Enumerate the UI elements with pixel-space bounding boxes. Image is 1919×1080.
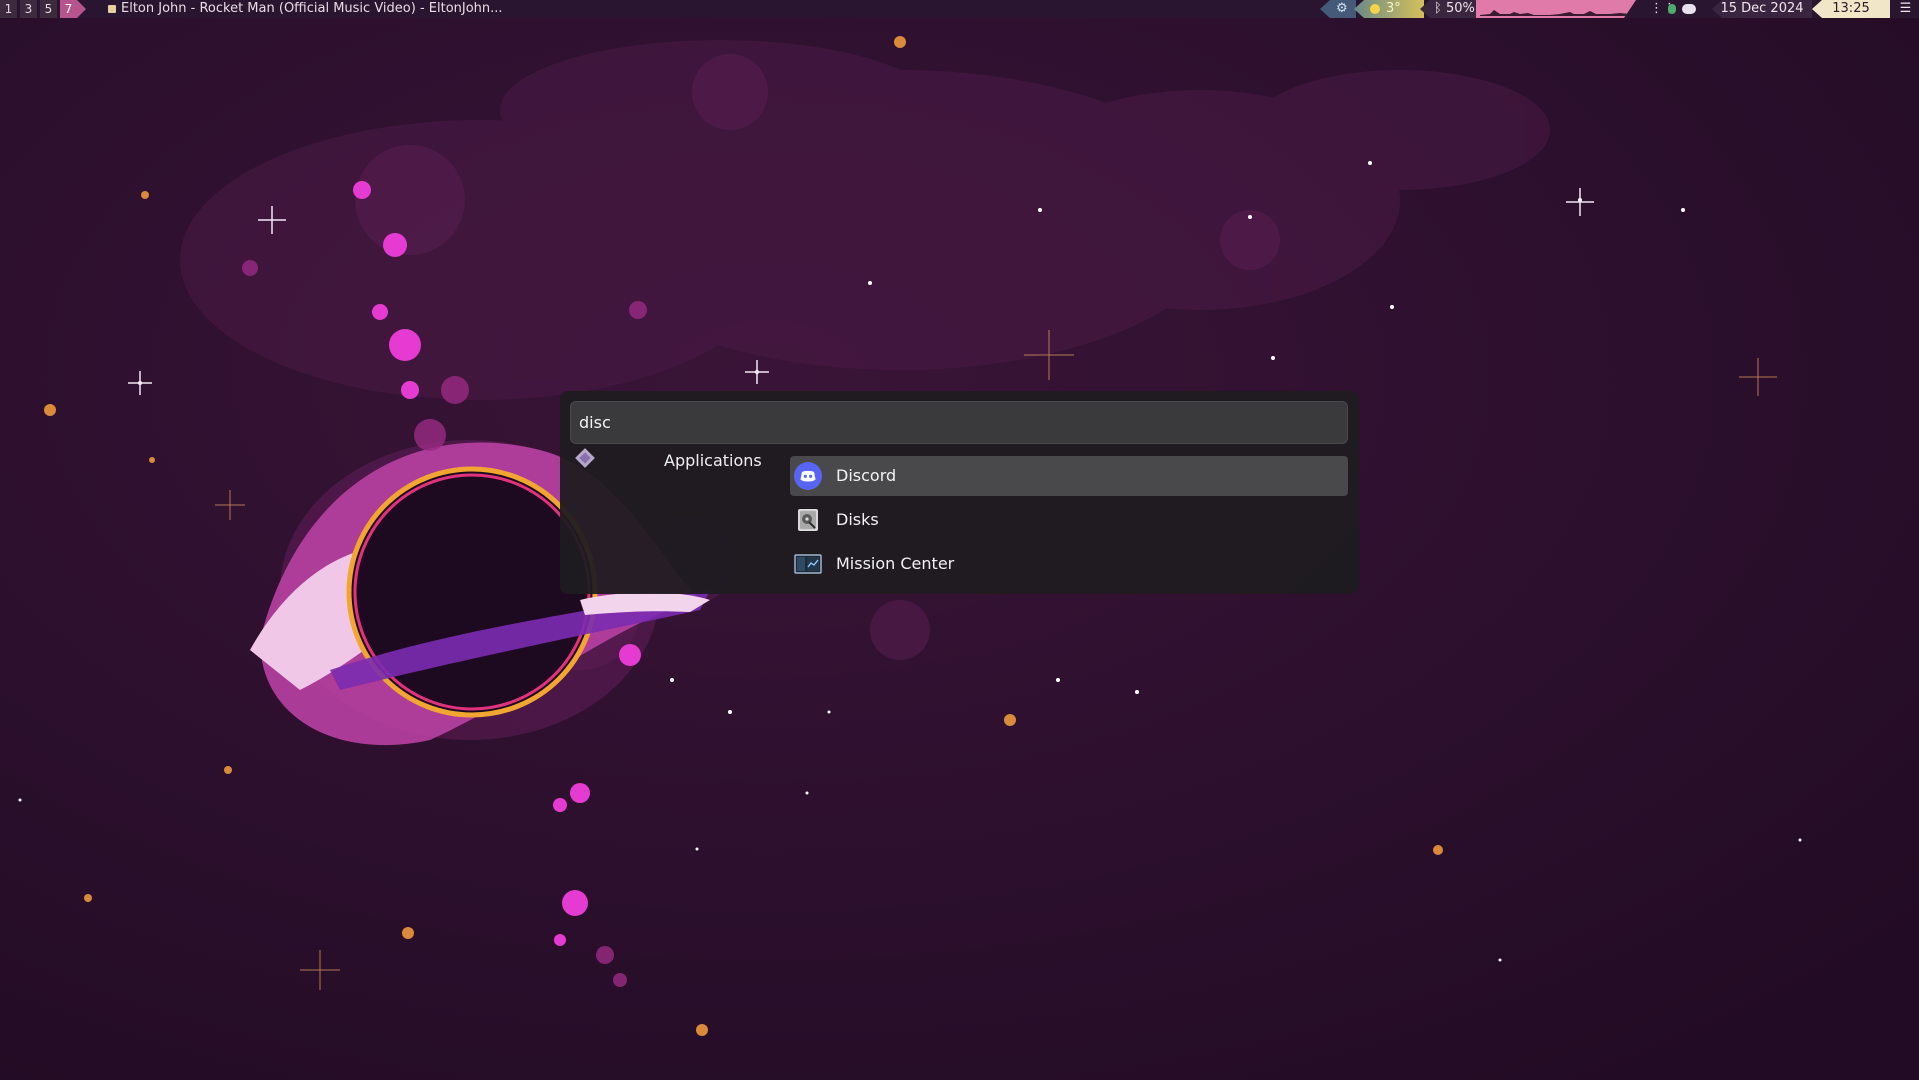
workspace-separator [77,0,86,18]
bluetooth-battery: 50% [1445,1,1475,16]
result-mission-center[interactable]: Mission Center [790,544,1348,584]
result-discord[interactable]: Discord [790,456,1348,496]
network-icon: ⚙ [1336,1,1348,16]
search-input[interactable] [579,402,1279,443]
result-label: Mission Center [836,554,955,573]
workspace-7-button[interactable]: 7 [60,0,77,18]
menu-icon[interactable]: ☰ [1892,0,1919,18]
date-widget[interactable]: 15 Dec 2024 [1712,0,1812,18]
sun-icon [1370,4,1380,14]
result-label: Disks [836,510,879,529]
applications-category-icon [575,448,595,468]
top-panel: 1 3 5 7 Elton John - Rocket Man (Officia… [0,0,1919,18]
discord-tray-icon[interactable] [1682,4,1696,14]
clock-widget[interactable]: 13:25 [1812,0,1890,18]
mission-center-icon [794,554,822,574]
tray-app-icon[interactable] [1668,4,1676,14]
cpu-graph [1476,0,1636,18]
result-disks[interactable]: Disks [790,500,1348,540]
workspace-3-button[interactable]: 3 [20,0,37,18]
category-label: Applications [664,451,762,470]
window-title[interactable]: Elton John - Rocket Man (Official Music … [121,0,503,18]
system-tray: ⋮⋮ [1640,0,1710,18]
bluetooth-icon: ᛒ [1434,1,1442,16]
workspace-1-button[interactable]: 1 [0,0,17,18]
weather-temperature: 3° [1386,1,1401,16]
app-launcher: Applications Discord Disks Mission Cente… [560,391,1359,594]
search-box[interactable] [570,401,1348,444]
window-app-icon [108,5,116,13]
workspace-5-button[interactable]: 5 [40,0,57,18]
network-indicator[interactable]: ⚙ [1320,0,1356,18]
weather-widget[interactable]: 3° [1354,0,1424,18]
disks-icon [798,509,818,531]
discord-icon [794,462,822,490]
result-label: Discord [836,466,897,485]
